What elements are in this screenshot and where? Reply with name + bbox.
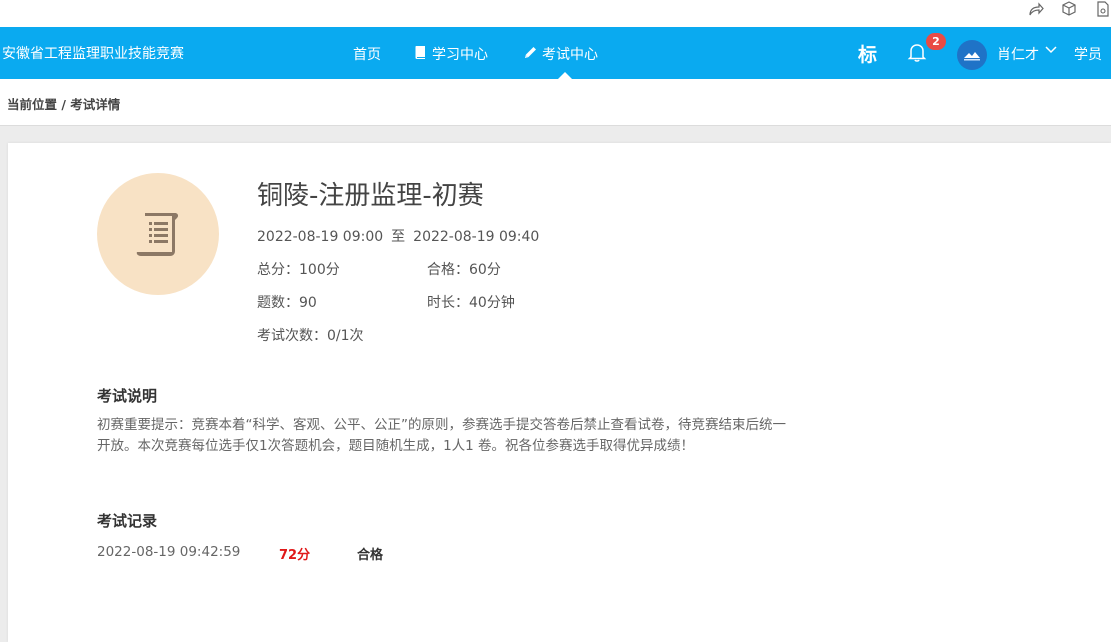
user-role[interactable]: 学员 bbox=[1074, 44, 1102, 64]
user-name[interactable]: 肖仁才 bbox=[997, 44, 1039, 64]
record-score: 72分 bbox=[279, 548, 311, 563]
exam-total-score: 总分：100分 bbox=[257, 262, 340, 278]
mark-label[interactable]: 标 bbox=[858, 40, 877, 67]
exam-question-count: 题数：90 bbox=[257, 295, 317, 311]
exam-duration: 时长：40分钟 bbox=[427, 295, 515, 311]
nav-home[interactable]: 首页 bbox=[353, 44, 381, 64]
site-brand[interactable]: 安徽省工程监理职业技能竞赛 bbox=[2, 43, 184, 63]
exam-records-title: 考试记录 bbox=[97, 512, 158, 530]
exam-pass-score: 合格：60分 bbox=[427, 262, 501, 278]
top-navbar: 安徽省工程监理职业技能竞赛 首页 学习中心 考试中心 标 2 肖仁才 学员 bbox=[0, 27, 1111, 79]
time-separator: 至 bbox=[391, 229, 406, 245]
breadcrumb-bar: 当前位置 / 考试详情 bbox=[0, 79, 1111, 126]
nav-study-center[interactable]: 学习中心 bbox=[414, 44, 488, 64]
record-time: 2022-08-19 09:42:59 bbox=[97, 544, 241, 560]
bell-icon bbox=[906, 44, 928, 67]
box-icon[interactable] bbox=[1060, 0, 1078, 18]
avatar[interactable] bbox=[957, 40, 987, 70]
share-icon[interactable] bbox=[1027, 0, 1045, 18]
nav-exam-center[interactable]: 考试中心 bbox=[523, 44, 598, 64]
nav-exam-center-label: 考试中心 bbox=[542, 47, 598, 63]
exam-description-title: 考试说明 bbox=[97, 387, 158, 405]
exam-description-text: 初赛重要提示：竞赛本着“科学、客观、公平、公正”的原则，参赛选手提交答卷后禁止查… bbox=[97, 417, 786, 454]
book-icon bbox=[414, 45, 428, 64]
active-nav-indicator bbox=[558, 72, 572, 79]
nav-home-label: 首页 bbox=[353, 47, 381, 63]
browser-toolbar bbox=[0, 0, 1111, 27]
pencil-icon bbox=[523, 45, 538, 64]
chevron-down-icon[interactable] bbox=[1044, 41, 1058, 54]
exam-scroll-icon bbox=[97, 173, 219, 295]
notification-badge: 2 bbox=[926, 33, 946, 50]
exam-attempts: 考试次数：0/1次 bbox=[257, 328, 364, 344]
exam-end-time: 2022-08-19 09:40 bbox=[413, 229, 540, 245]
breadcrumb: 当前位置 / 考试详情 bbox=[7, 97, 121, 112]
exam-time-range: 2022-08-19 09:00 至 2022-08-19 09:40 bbox=[257, 226, 539, 246]
exam-title: 铜陵-注册监理-初赛 bbox=[257, 181, 484, 211]
page-icon[interactable] bbox=[1093, 0, 1111, 18]
nav-study-center-label: 学习中心 bbox=[432, 47, 488, 63]
exam-start-time: 2022-08-19 09:00 bbox=[257, 229, 384, 245]
record-result: 合格 bbox=[357, 548, 384, 563]
exam-detail-card: 铜陵-注册监理-初赛 2022-08-19 09:00 至 2022-08-19 0… bbox=[8, 143, 1111, 642]
